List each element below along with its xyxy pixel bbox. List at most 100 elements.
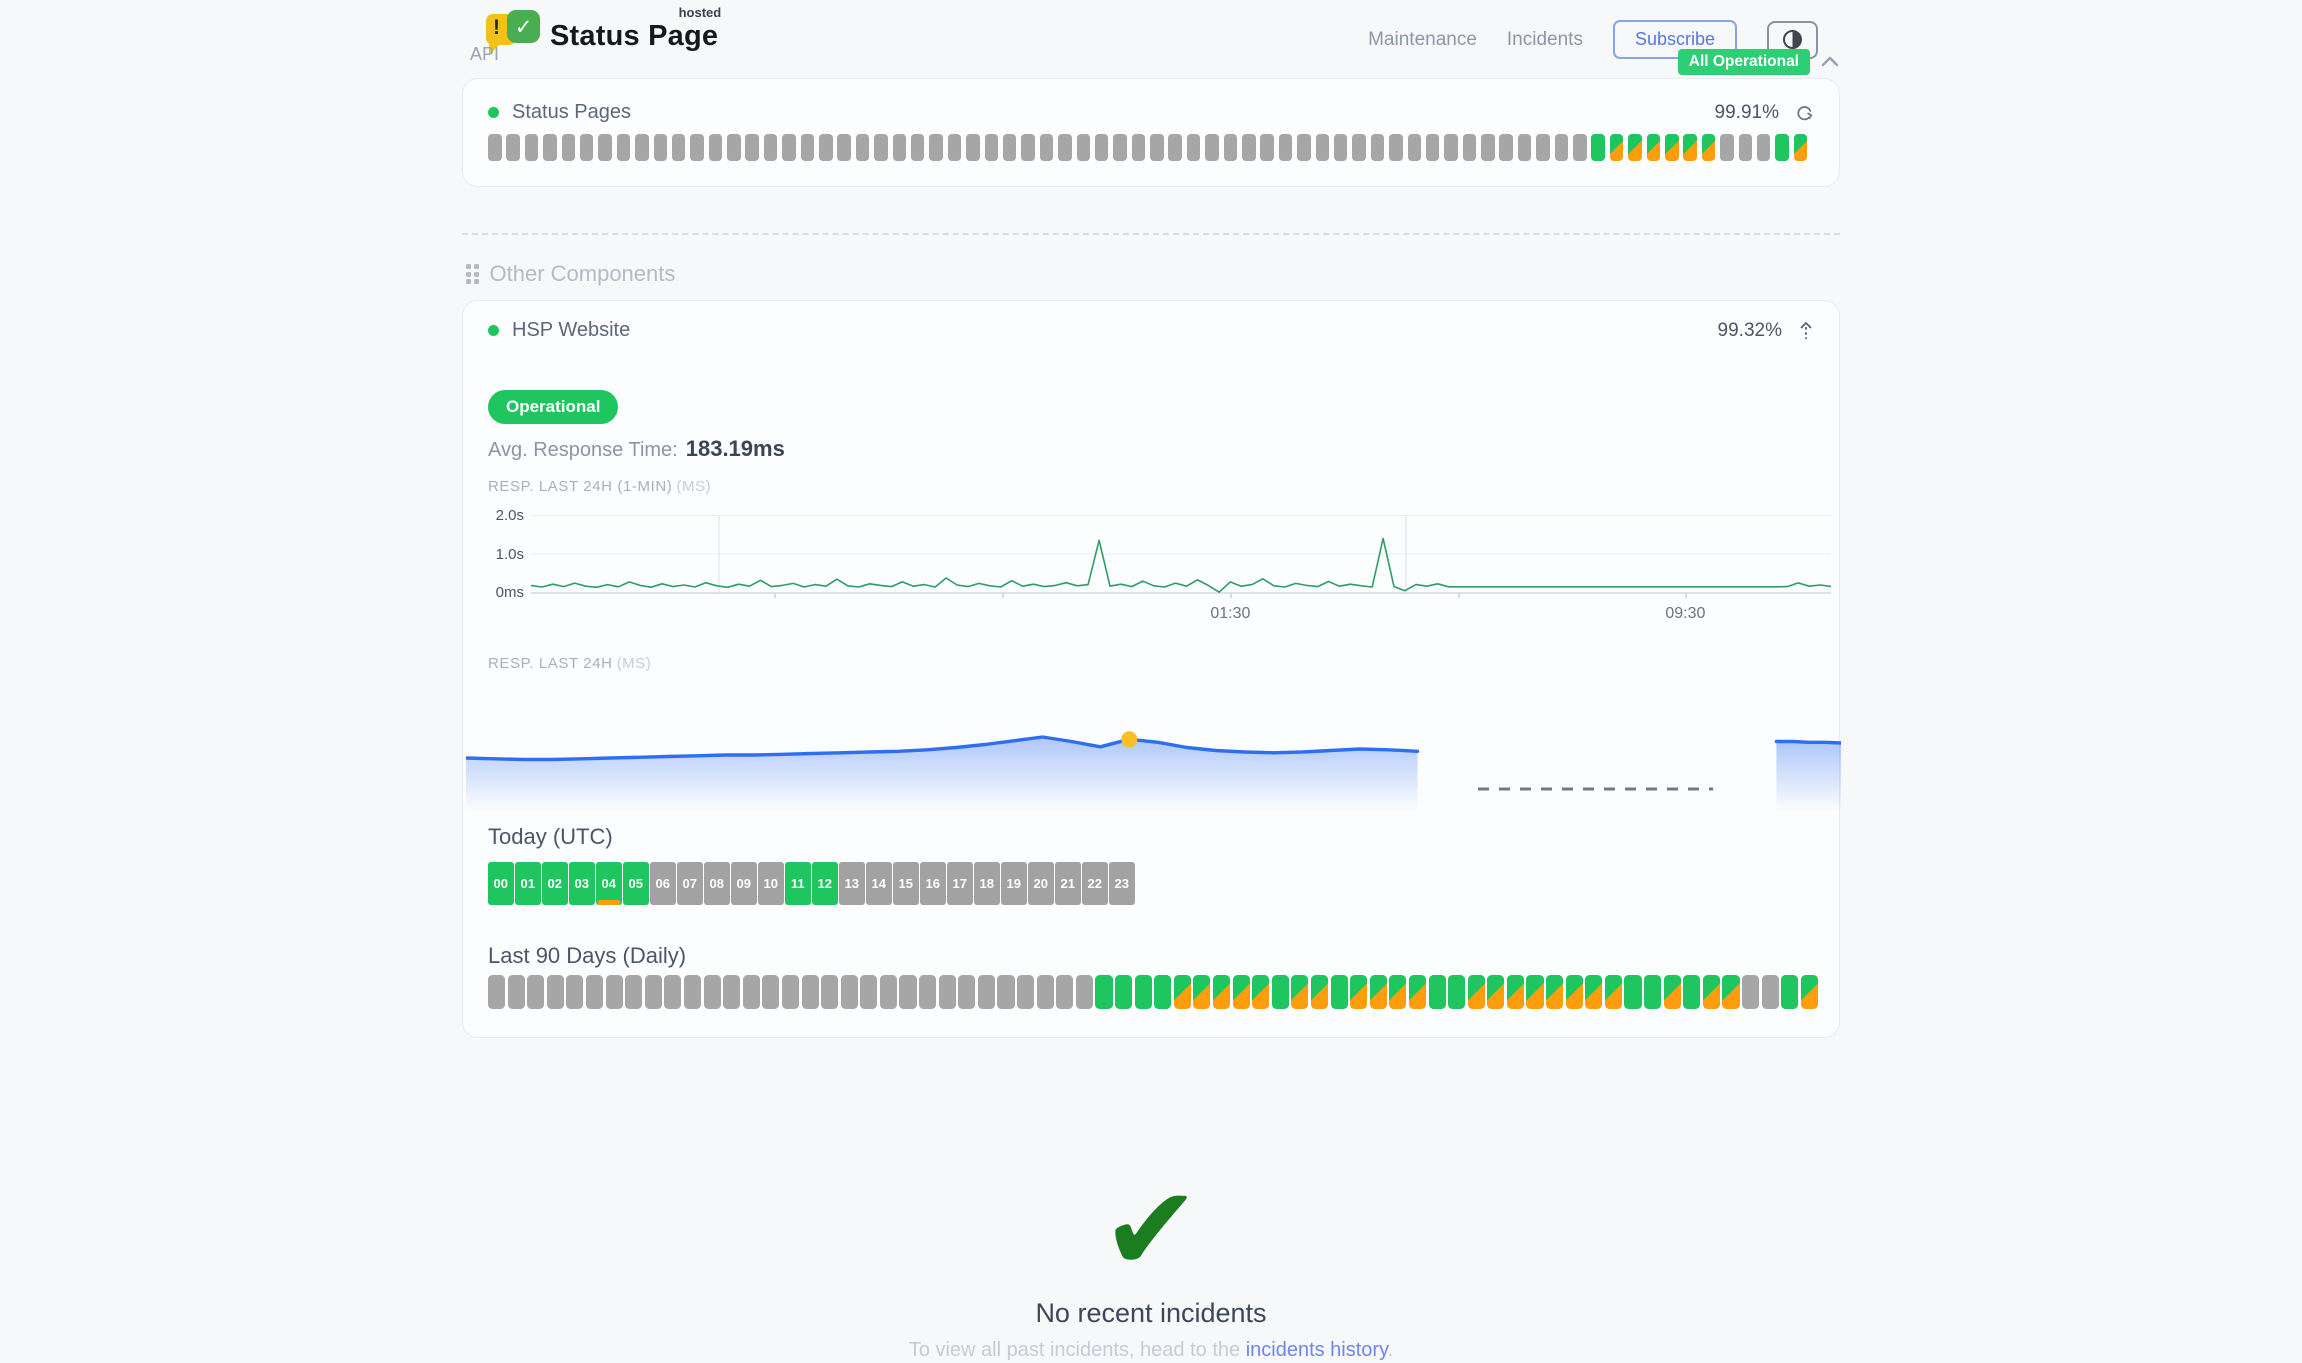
uptime-bar-na[interactable] — [1077, 134, 1091, 161]
nav-incidents[interactable]: Incidents — [1507, 29, 1583, 51]
uptime-bar-na[interactable] — [654, 134, 668, 161]
uptime-bar-deg[interactable] — [1628, 134, 1642, 161]
uptime-bar-na[interactable] — [821, 975, 838, 1009]
hour-block-16[interactable]: 16 — [920, 862, 946, 905]
uptime-bar-deg[interactable] — [1252, 975, 1269, 1009]
uptime-bar-deg[interactable] — [1605, 975, 1622, 1009]
uptime-bar-na[interactable] — [1242, 134, 1256, 161]
uptime-bar-na[interactable] — [709, 134, 723, 161]
hour-block-03[interactable]: 03 — [569, 862, 595, 905]
uptime-bar-na[interactable] — [966, 134, 980, 161]
uptime-bar-deg[interactable] — [1610, 134, 1624, 161]
uptime-bar-op[interactable] — [1331, 975, 1348, 1009]
uptime-bar-na[interactable] — [978, 975, 995, 1009]
uptime-bar-deg[interactable] — [1409, 975, 1426, 1009]
uptime-bar-na[interactable] — [929, 134, 943, 161]
uptime-bar-na[interactable] — [704, 975, 721, 1009]
uptime-bar-na[interactable] — [958, 975, 975, 1009]
uptime-bar-deg[interactable] — [1174, 975, 1191, 1009]
uptime-bar-na[interactable] — [625, 975, 642, 1009]
uptime-bar-na[interactable] — [1297, 134, 1311, 161]
uptime-bar-na[interactable] — [506, 134, 520, 161]
hour-block-04[interactable]: 04 — [596, 862, 622, 905]
uptime-bar-op[interactable] — [1644, 975, 1661, 1009]
hour-block-13[interactable]: 13 — [839, 862, 865, 905]
uptime-bar-na[interactable] — [1481, 134, 1495, 161]
uptime-bar-na[interactable] — [1040, 134, 1054, 161]
uptime-bar-na[interactable] — [1739, 134, 1753, 161]
uptime-bar-deg[interactable] — [1647, 134, 1661, 161]
uptime-bar-deg[interactable] — [1370, 975, 1387, 1009]
uptime-bar-deg[interactable] — [1703, 975, 1720, 1009]
uptime-bar-na[interactable] — [1371, 134, 1385, 161]
uptime-bar-op[interactable] — [1448, 975, 1465, 1009]
uptime-bar-na[interactable] — [1224, 134, 1238, 161]
hour-block-01[interactable]: 01 — [515, 862, 541, 905]
uptime-bar-op[interactable] — [1775, 134, 1789, 161]
uptime-bar-na[interactable] — [488, 975, 505, 1009]
uptime-bar-na[interactable] — [1316, 134, 1330, 161]
uptime-bar-na[interactable] — [743, 975, 760, 1009]
uptime-bar-deg[interactable] — [1389, 975, 1406, 1009]
uptime-bar-deg[interactable] — [1794, 134, 1808, 161]
hour-block-06[interactable]: 06 — [650, 862, 676, 905]
uptime-bar-na[interactable] — [1757, 134, 1771, 161]
uptime-bar-na[interactable] — [488, 134, 502, 161]
uptime-bar-na[interactable] — [527, 975, 544, 1009]
uptime-bar-deg[interactable] — [1566, 975, 1583, 1009]
incidents-history-link[interactable]: incidents history — [1246, 1339, 1388, 1361]
hour-block-20[interactable]: 20 — [1028, 862, 1054, 905]
uptime-bar-op[interactable] — [1683, 975, 1700, 1009]
uptime-bar-na[interactable] — [606, 975, 623, 1009]
logo[interactable]: ! ✓ Status Page hosted — [486, 6, 718, 58]
uptime-bar-na[interactable] — [939, 975, 956, 1009]
uptime-bar-na[interactable] — [1132, 134, 1146, 161]
hour-block-17[interactable]: 17 — [947, 862, 973, 905]
uptime-bar-deg[interactable] — [1664, 975, 1681, 1009]
uptime-bar-na[interactable] — [1463, 134, 1477, 161]
uptime-bar-na[interactable] — [745, 134, 759, 161]
uptime-bar-deg[interactable] — [1683, 134, 1697, 161]
uptime-bar-na[interactable] — [690, 134, 704, 161]
uptime-bar-na[interactable] — [617, 134, 631, 161]
hour-block-05[interactable]: 05 — [623, 862, 649, 905]
uptime-bar-na[interactable] — [684, 975, 701, 1009]
uptime-bar-na[interactable] — [566, 975, 583, 1009]
uptime-bar-deg[interactable] — [1468, 975, 1485, 1009]
uptime-bar-na[interactable] — [1352, 134, 1366, 161]
uptime-bar-na[interactable] — [1426, 134, 1440, 161]
uptime-bar-na[interactable] — [1334, 134, 1348, 161]
uptime-bar-na[interactable] — [764, 134, 778, 161]
hour-block-21[interactable]: 21 — [1055, 862, 1081, 905]
uptime-bar-na[interactable] — [837, 134, 851, 161]
uptime-bar-na[interactable] — [1058, 134, 1072, 161]
uptime-bar-deg[interactable] — [1585, 975, 1602, 1009]
refresh-icon[interactable] — [1795, 103, 1814, 122]
uptime-bar-na[interactable] — [801, 134, 815, 161]
uptime-bar-deg[interactable] — [1487, 975, 1504, 1009]
uptime-bar-na[interactable] — [723, 975, 740, 1009]
uptime-bar-na[interactable] — [645, 975, 662, 1009]
hour-block-23[interactable]: 23 — [1109, 862, 1135, 905]
hour-block-10[interactable]: 10 — [758, 862, 784, 905]
uptime-bar-na[interactable] — [819, 134, 833, 161]
uptime-bar-op[interactable] — [1429, 975, 1446, 1009]
uptime-bar-na[interactable] — [1076, 975, 1093, 1009]
uptime-bar-na[interactable] — [1113, 134, 1127, 161]
uptime-bar-na[interactable] — [899, 975, 916, 1009]
uptime-bar-na[interactable] — [1205, 134, 1219, 161]
chevron-up-icon[interactable] — [1820, 55, 1840, 69]
uptime-bar-na[interactable] — [586, 975, 603, 1009]
hour-block-19[interactable]: 19 — [1001, 862, 1027, 905]
uptime-bar-na[interactable] — [1003, 134, 1017, 161]
uptime-bar-na[interactable] — [911, 134, 925, 161]
uptime-bar-op[interactable] — [1135, 975, 1152, 1009]
uptime-bar-op[interactable] — [1624, 975, 1641, 1009]
uptime-bar-na[interactable] — [1499, 134, 1513, 161]
uptime-bar-deg[interactable] — [1526, 975, 1543, 1009]
uptime-bar-na[interactable] — [880, 975, 897, 1009]
uptime-bar-na[interactable] — [1279, 134, 1293, 161]
uptime-bar-na[interactable] — [1095, 134, 1109, 161]
uptime-bar-na[interactable] — [919, 975, 936, 1009]
uptime-bar-na[interactable] — [562, 134, 576, 161]
